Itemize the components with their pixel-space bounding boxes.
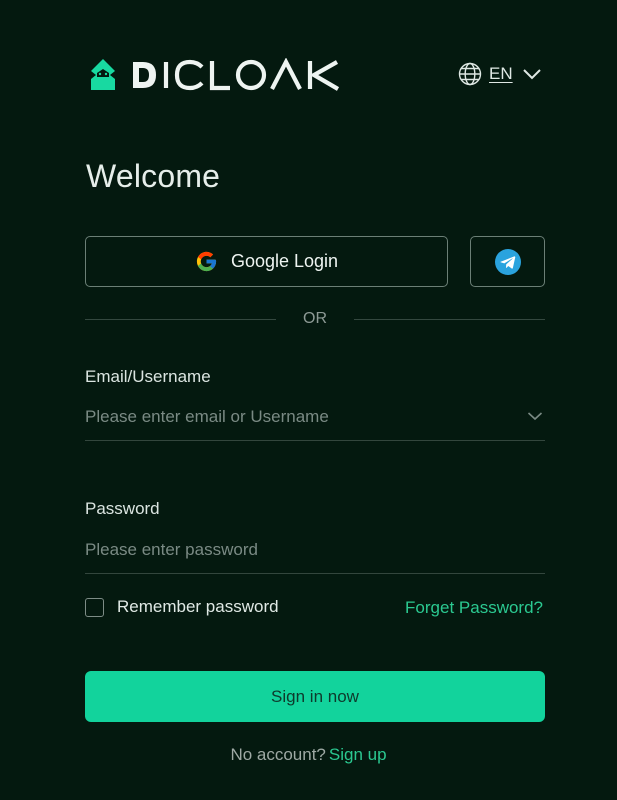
no-account-text: No account?	[230, 745, 326, 764]
language-selector[interactable]: EN	[458, 62, 542, 86]
divider-line	[354, 319, 545, 320]
email-field[interactable]	[85, 397, 505, 437]
email-label: Email/Username	[85, 367, 211, 386]
language-code[interactable]: EN	[489, 64, 513, 84]
chevron-down-icon[interactable]	[527, 411, 543, 421]
email-field-container	[85, 397, 545, 441]
password-field[interactable]	[85, 530, 505, 570]
signup-row: No account? Sign up	[0, 745, 617, 765]
google-login-label: Google Login	[230, 251, 339, 271]
sign-in-label: Sign in now	[271, 686, 359, 706]
forgot-password-link[interactable]: Forget Password?	[405, 598, 543, 618]
dicloak-wordmark	[133, 58, 340, 91]
google-login-button[interactable]: Google Login	[85, 236, 448, 287]
or-divider: OR	[85, 309, 545, 331]
telegram-icon	[494, 248, 521, 275]
dicloak-logo	[86, 57, 344, 93]
dicloak-logo-mark-icon	[91, 59, 115, 90]
password-label: Password	[85, 499, 160, 518]
telegram-login-button[interactable]	[470, 236, 545, 287]
sign-up-link[interactable]: Sign up	[329, 745, 387, 764]
remember-password-label: Remember password	[117, 597, 279, 616]
password-field-container	[85, 530, 545, 574]
google-icon	[195, 250, 218, 273]
page-title: Welcome	[86, 158, 221, 194]
remember-password-checkbox[interactable]: Remember password	[85, 597, 279, 617]
checkbox[interactable]	[85, 597, 104, 617]
chevron-down-icon[interactable]	[513, 67, 542, 81]
globe-icon	[458, 62, 482, 86]
sign-in-button[interactable]: Sign in now	[85, 671, 545, 722]
